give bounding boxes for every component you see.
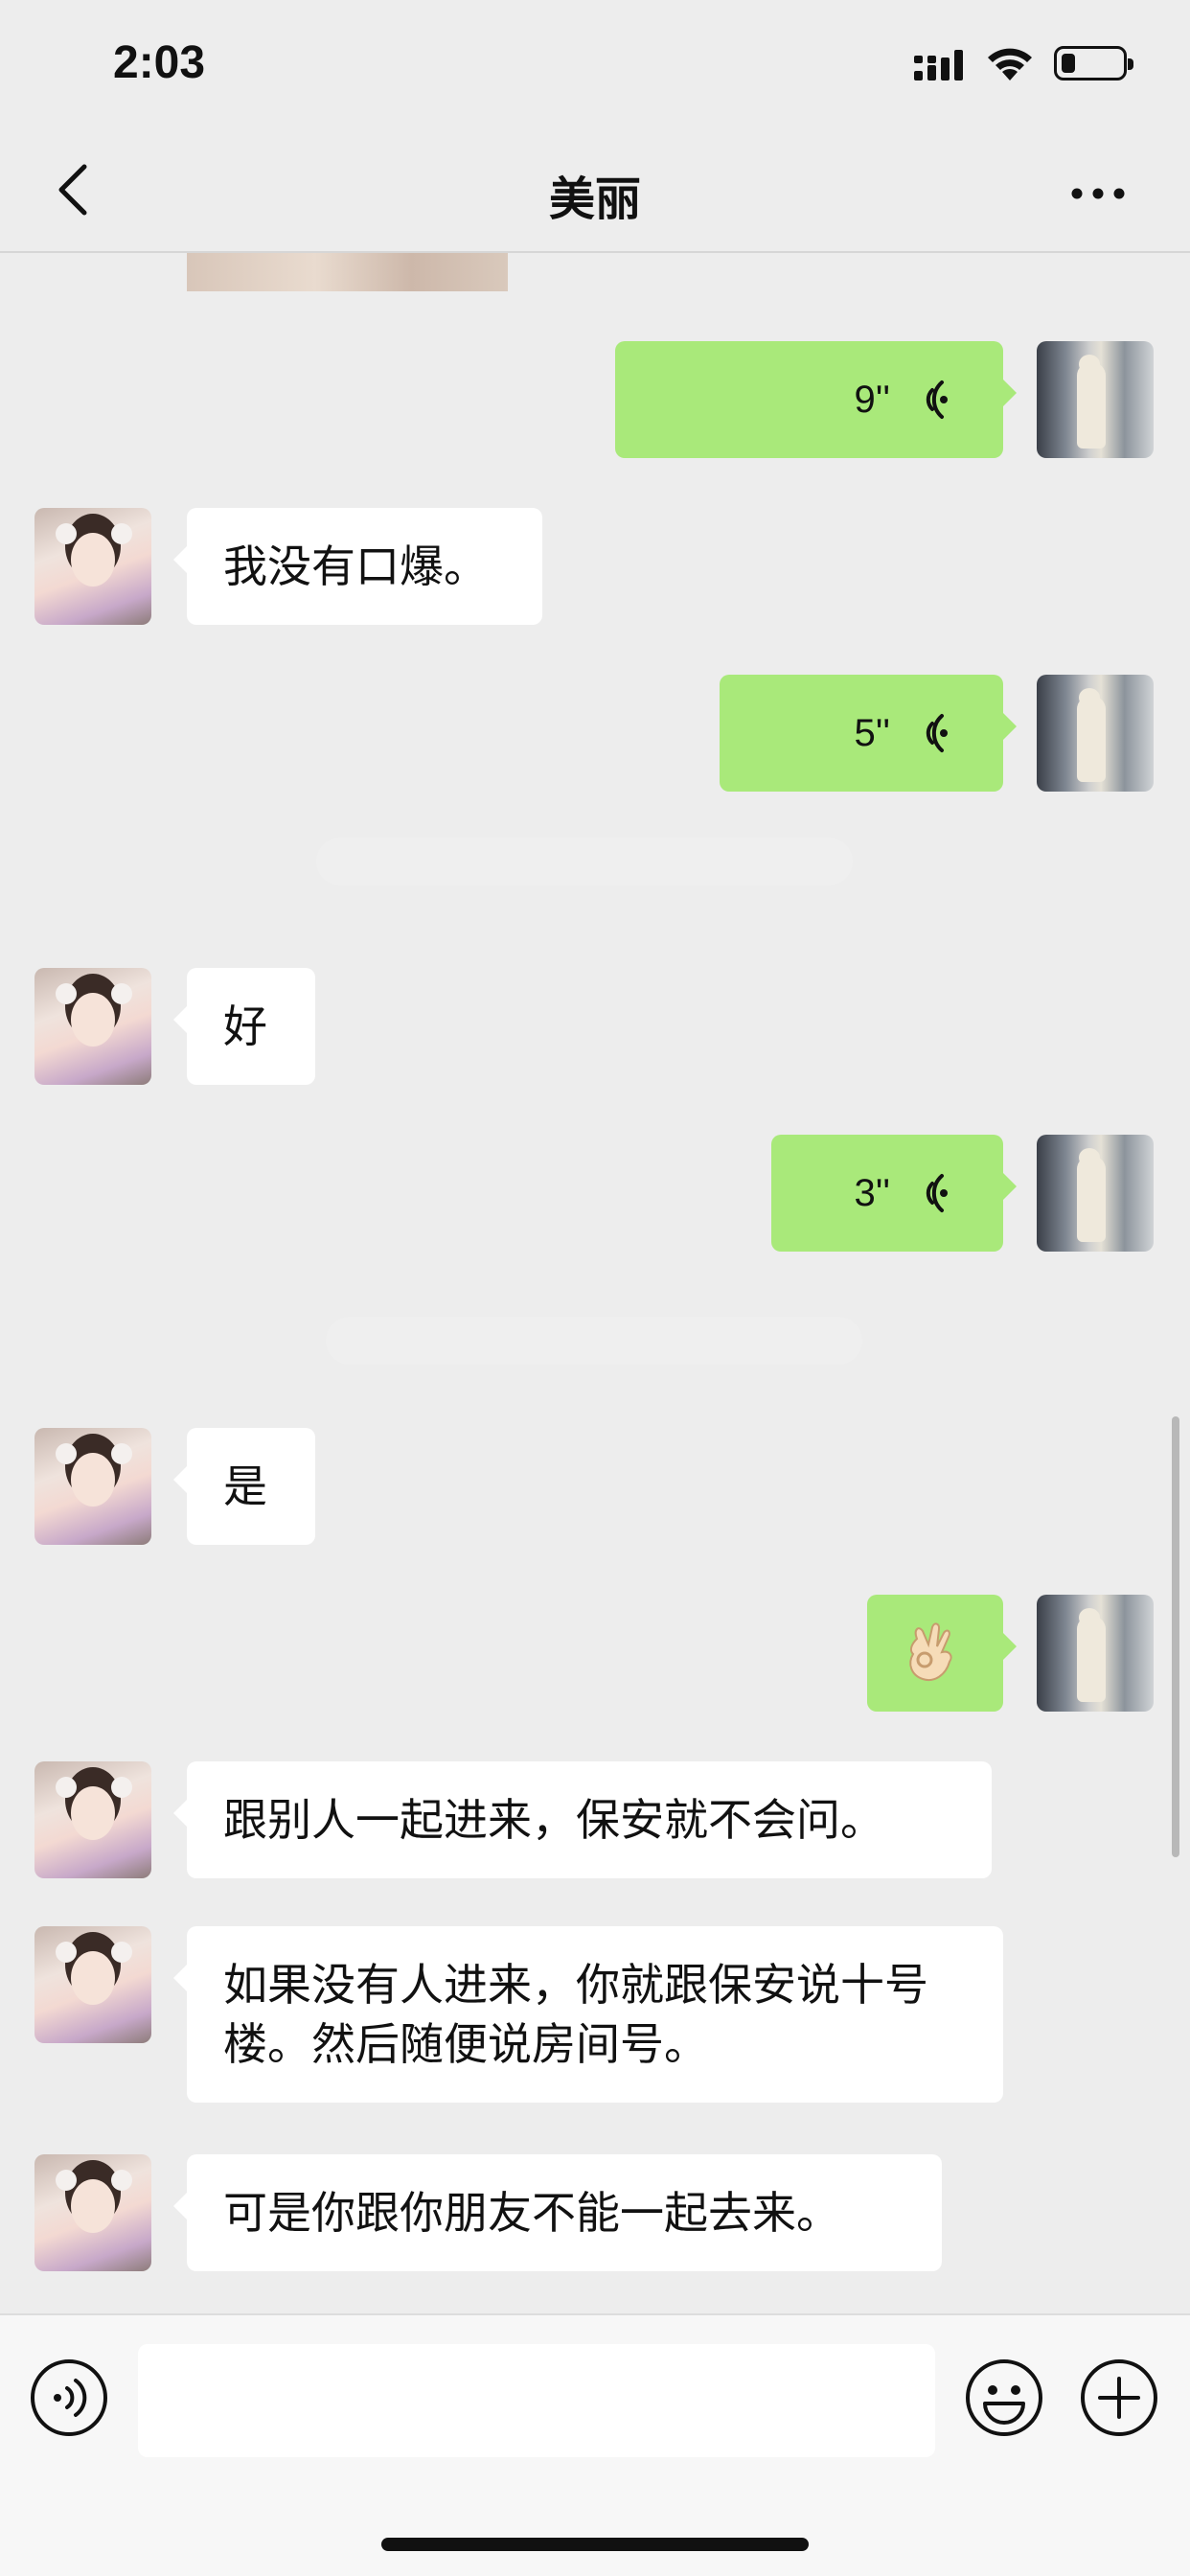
status-bar: 2:03 (0, 0, 1190, 134)
home-indicator[interactable] (381, 2538, 809, 2551)
voice-message[interactable]: 3'' (771, 1135, 1017, 1252)
text-message[interactable]: 可是你跟你朋友不能一起去来。 (173, 2154, 942, 2271)
contact-avatar[interactable] (34, 1926, 151, 2043)
text-message[interactable]: 我没有口爆。 (173, 508, 542, 625)
chat-header: 美丽 (0, 134, 1190, 253)
cellular-signal-icon (914, 50, 963, 80)
contact-avatar[interactable] (34, 2154, 151, 2271)
text-message[interactable]: 是 (173, 1428, 315, 1545)
my-avatar[interactable] (1037, 675, 1154, 792)
message-input[interactable] (138, 2344, 935, 2457)
voice-wave-icon (926, 380, 948, 419)
image-message-partial[interactable] (187, 253, 508, 291)
contact-avatar[interactable] (34, 1761, 151, 1878)
battery-level (1062, 54, 1075, 73)
add-attachment-icon[interactable] (1079, 2358, 1159, 2438)
my-avatar[interactable] (1037, 341, 1154, 458)
my-avatar[interactable] (1037, 1595, 1154, 1712)
wifi-icon (988, 48, 1032, 80)
text-message[interactable]: 好 (173, 968, 315, 1085)
input-bar (0, 2313, 1190, 2576)
chat-title: 美丽 (548, 172, 641, 226)
voice-message[interactable]: 5'' (720, 675, 1017, 792)
voice-duration: 5'' (854, 712, 890, 754)
contact-avatar[interactable] (34, 508, 151, 625)
voice-message[interactable]: 9'' (615, 341, 1017, 458)
voice-duration: 9'' (854, 379, 890, 421)
blurred-area (326, 1317, 862, 1365)
text-message[interactable]: 跟别人一起进来，保安就不会问。 (173, 1761, 992, 1878)
voice-wave-icon (926, 1174, 948, 1212)
contact-avatar[interactable] (34, 1428, 151, 1545)
status-time: 2:03 (113, 37, 206, 88)
more-options-icon[interactable] (1069, 184, 1127, 203)
emoji-picker-icon[interactable] (964, 2358, 1044, 2438)
my-avatar[interactable] (1037, 1135, 1154, 1252)
ok-hand-emoji-icon (909, 1622, 952, 1681)
voice-input-icon[interactable] (29, 2358, 109, 2438)
voice-duration: 3'' (854, 1172, 890, 1214)
scrollbar[interactable] (1172, 1416, 1179, 1857)
contact-avatar[interactable] (34, 968, 151, 1085)
blurred-area (316, 838, 853, 886)
voice-wave-icon (926, 714, 948, 752)
battery-icon (1054, 46, 1133, 80)
message-list[interactable]: 9'' 我没有口爆。 5'' 好 3'' 是 跟别人一起进来，保安就不会问。 如… (0, 253, 1190, 2313)
text-message[interactable]: 如果没有人进来，你就跟保安说十号楼。然后随便说房间号。 (173, 1926, 1003, 2103)
emoji-message[interactable] (867, 1595, 1017, 1712)
